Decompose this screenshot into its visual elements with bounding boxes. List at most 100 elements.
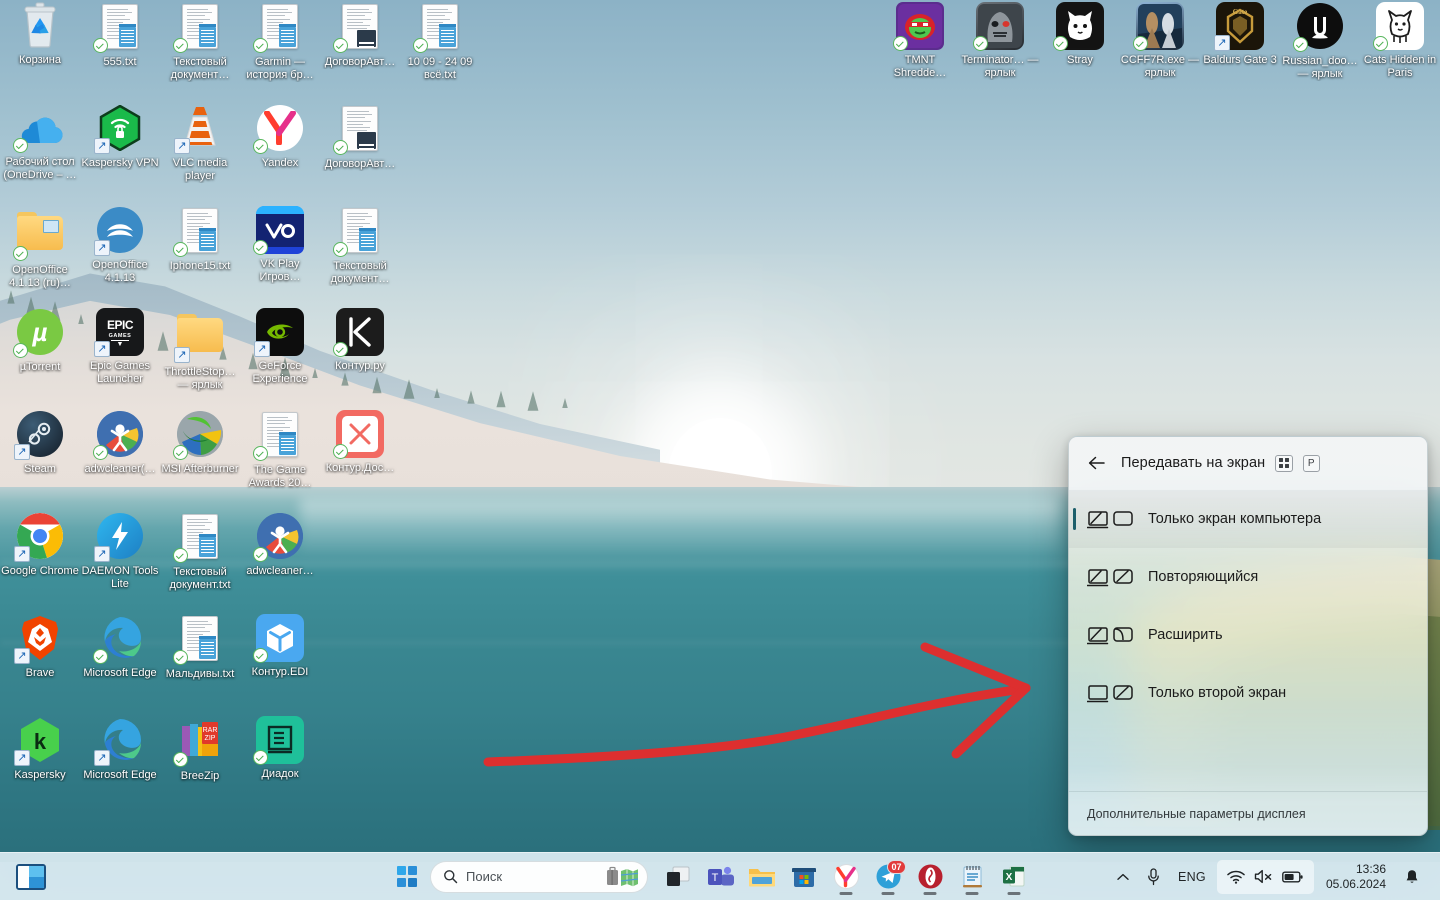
system-tray[interactable]: ENG 13:36 05.06.2024 xyxy=(1110,859,1440,894)
search-input[interactable]: Поиск xyxy=(430,860,648,893)
desktop-icon[interactable]: ↗ GeForce Experience xyxy=(240,308,320,386)
taskbar-app-file-explorer[interactable] xyxy=(742,857,782,897)
desktop-icon[interactable]: adwcleaner… xyxy=(240,512,320,578)
cats-hidden-icon xyxy=(1373,2,1424,51)
desktop-icon[interactable]: Диадок xyxy=(240,716,320,781)
windows-key-icon xyxy=(1279,458,1289,468)
taskbar-app-microsoft-store[interactable] xyxy=(784,857,824,897)
quick-settings-button[interactable] xyxy=(1216,859,1314,894)
taskbar-app-microsoft-teams[interactable]: T xyxy=(700,857,740,897)
kontur-icon xyxy=(333,308,384,357)
desktop-icon[interactable]: ДоговорАвт… xyxy=(320,104,400,171)
desktop-icon[interactable]: Контур.ру xyxy=(320,308,400,373)
language-indicator[interactable]: ENG xyxy=(1171,861,1213,893)
taskbar-app-notepad[interactable] xyxy=(952,857,992,897)
taskbar-app-list[interactable]: T 07 X xyxy=(658,857,1034,897)
tray-overflow-button[interactable] xyxy=(1110,861,1136,893)
desktop-icon[interactable]: Russian_doo… — ярлык xyxy=(1280,2,1360,81)
desktop-icon[interactable]: ↗ Steam xyxy=(0,410,80,476)
desktop-icon[interactable]: MSI Afterburner xyxy=(160,410,240,476)
desktop-icon-label: Корзина xyxy=(19,54,61,66)
desktop-icon[interactable]: ДоговорАвт… xyxy=(320,2,400,69)
shortcut-arrow-badge: ↗ xyxy=(14,750,30,766)
desktop-icon-label: DAEMON Tools Lite xyxy=(81,565,159,590)
desktop-icon[interactable]: Контур.Дос… xyxy=(320,410,400,475)
taskbar-center[interactable]: Поиск T 07 X xyxy=(390,857,1034,897)
project-display-panel[interactable]: Передавать на экран P Только экран компь… xyxy=(1068,436,1428,836)
desktop-icon[interactable]: ↗ Google Chrome xyxy=(0,512,80,578)
desktop-icon[interactable]: ↗ OpenOffice 4.1.13 xyxy=(80,206,160,285)
advanced-display-settings-link[interactable]: Дополнительные параметры дисплея xyxy=(1087,807,1306,821)
utorrent-icon: µ xyxy=(13,309,64,358)
clock[interactable]: 13:36 05.06.2024 xyxy=(1318,862,1394,892)
desktop-icon[interactable]: Текстовый документ.txt xyxy=(160,512,240,592)
widgets-icon[interactable] xyxy=(16,863,46,890)
desktop-icon[interactable]: Контур.EDI xyxy=(240,614,320,679)
taskbar-app-yandex-browser[interactable] xyxy=(826,857,866,897)
desktop-icon[interactable]: ↗ DAEMON Tools Lite xyxy=(80,512,160,591)
windows-start-icon xyxy=(396,866,418,887)
desktop-icon[interactable]: Stray xyxy=(1040,2,1120,67)
desktop-icon[interactable]: Cats Hidden in Paris xyxy=(1360,2,1440,80)
unreal-engine-icon xyxy=(1293,3,1344,52)
desktop-icon[interactable]: ↗ VLC media player xyxy=(160,104,240,183)
onedrive-synced-badge xyxy=(253,38,268,53)
taskbar-app-excel[interactable]: X xyxy=(994,857,1034,897)
desktop-icon-label: Текстовый документ… xyxy=(330,260,390,285)
taskbar-app-opera-gx[interactable] xyxy=(910,857,950,897)
taskbar-app-telegram[interactable]: 07 xyxy=(868,857,908,897)
desktop-icon[interactable]: EPIC GAMES ▼ ↗ Epic Games Launcher xyxy=(80,308,160,386)
project-mode-item-duplicate[interactable]: Повторяющийся xyxy=(1069,548,1427,606)
desktop-icon[interactable]: Garmin — история бр… xyxy=(240,2,320,82)
desktop-icon[interactable]: 10 09 - 24 09 всё.txt xyxy=(400,2,480,82)
desktop-icon[interactable]: Текстовый документ… xyxy=(160,2,240,82)
kaspersky-icon: k ↗ xyxy=(14,717,64,766)
monitor-pair-icon xyxy=(1087,568,1134,587)
desktop-icon[interactable]: CCFF7R.exe — ярлык xyxy=(1120,2,1200,80)
shortcut-arrow-badge: ↗ xyxy=(94,750,110,766)
clock-date: 05.06.2024 xyxy=(1325,876,1386,891)
desktop-icon[interactable]: ↗ ThrottleStop… — ярлык xyxy=(160,308,240,392)
desktop-icon[interactable]: RAR ZIP BreeZip xyxy=(160,716,240,783)
notification-button[interactable] xyxy=(1398,861,1426,893)
desktop-icon[interactable]: Корзина xyxy=(0,2,80,67)
desktop-icon[interactable]: OpenOffice 4.1.13 (ru)… xyxy=(0,206,80,290)
shortcut-arrow-badge: ↗ xyxy=(94,240,110,256)
taskbar-app-task-view[interactable] xyxy=(658,857,698,897)
monitor-icon xyxy=(1113,568,1133,584)
project-mode-item-extend[interactable]: Расширить xyxy=(1069,606,1427,664)
kontur-docs-icon xyxy=(333,410,384,459)
svg-text:ZIP: ZIP xyxy=(205,735,216,742)
start-button[interactable] xyxy=(390,860,424,894)
project-mode-list[interactable]: Только экран компьютера Повторяющийся Ра… xyxy=(1069,489,1427,722)
desktop-icon[interactable]: Мальдивы.txt xyxy=(160,614,240,681)
desktop-icon[interactable]: ↗ Brave xyxy=(0,614,80,680)
project-mode-item-second-screen-only[interactable]: Только второй экран xyxy=(1069,664,1427,722)
desktop-icon-label: VK Play Игров… xyxy=(259,258,301,283)
desktop-icon[interactable]: ↗ Microsoft Edge xyxy=(80,716,160,782)
taskbar[interactable]: Поиск T 07 X ENG 13:36 05.06.2024 xyxy=(0,852,1440,900)
chrome-icon: ↗ xyxy=(14,513,64,562)
desktop-icon[interactable]: The Game Awards 20… xyxy=(240,410,320,490)
back-button[interactable] xyxy=(1081,448,1111,478)
desktop-icon[interactable]: Yandex xyxy=(240,104,320,170)
desktop-icon[interactable]: Рабочий стол (OneDrive – … xyxy=(0,104,80,182)
desktop-icon[interactable]: Текстовый документ… xyxy=(320,206,400,286)
desktop-icon[interactable]: Iphone15.txt xyxy=(160,206,240,273)
shortcut-arrow-badge: ↗ xyxy=(254,341,270,357)
desktop-icon[interactable]: VK Play Игров… xyxy=(240,206,320,284)
desktop-icon[interactable]: µ µTorrent xyxy=(0,308,80,374)
desktop-icon[interactable]: ↗ Kaspersky VPN xyxy=(80,104,160,170)
microphone-button[interactable] xyxy=(1140,861,1167,893)
svg-text:T: T xyxy=(712,872,719,884)
onedrive-synced-badge xyxy=(253,139,268,154)
desktop-icon[interactable]: Microsoft Edge xyxy=(80,614,160,680)
desktop-icon[interactable]: TMNT Shredde… xyxy=(880,2,960,80)
onedrive-synced-badge xyxy=(93,445,108,460)
desktop-icon[interactable]: Gate ↗ Baldurs Gate 3 xyxy=(1200,2,1280,67)
desktop-icon[interactable]: adwcleaner(… xyxy=(80,410,160,476)
desktop-icon[interactable]: Terminator… — ярлык xyxy=(960,2,1040,80)
desktop-icon[interactable]: k ↗ Kaspersky xyxy=(0,716,80,782)
desktop-icon[interactable]: 555.txt xyxy=(80,2,160,69)
project-mode-item-pc-screen-only[interactable]: Только экран компьютера xyxy=(1069,490,1427,548)
